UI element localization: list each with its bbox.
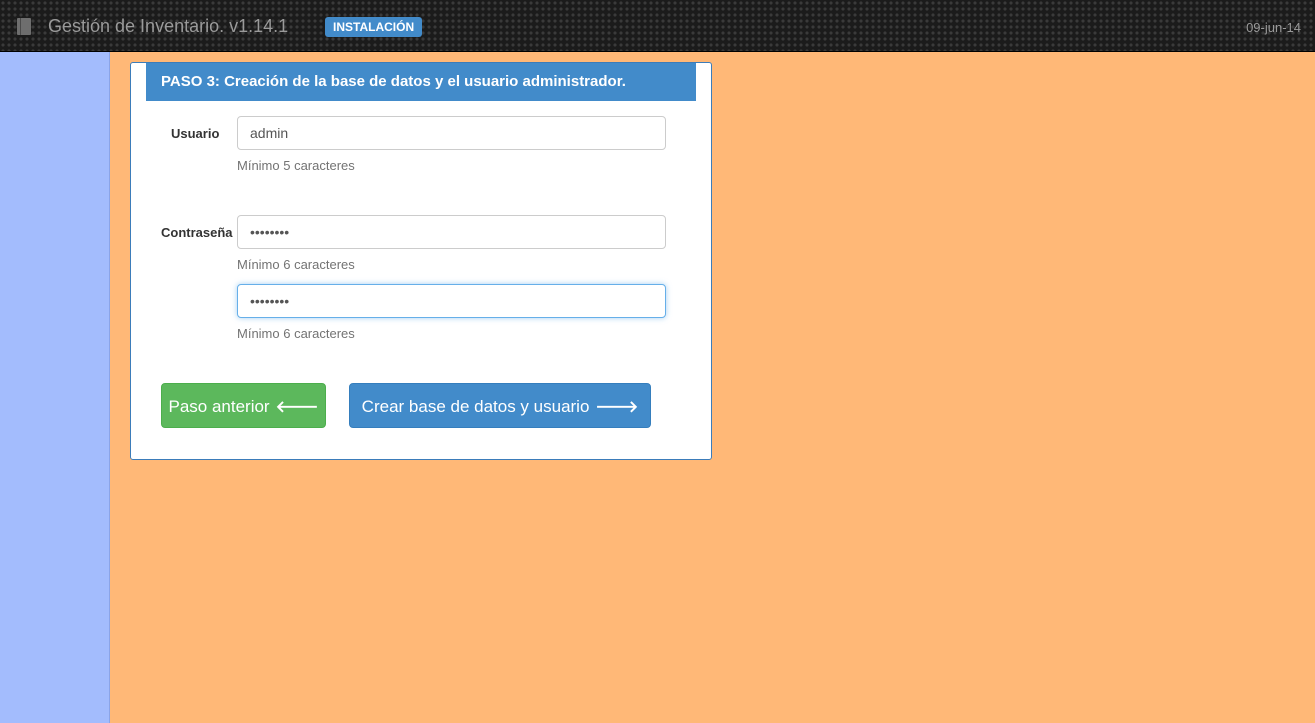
password-label: Contraseña [161,225,233,240]
usuario-help: Mínimo 5 caracteres [237,158,355,173]
book-icon [17,18,31,35]
previous-step-label: Paso anterior [168,397,270,416]
panel-heading: PASO 3: Creación de la base de datos y e… [146,63,696,101]
top-navbar: Gestión de Inventario. v1.14.1 INSTALACI… [0,0,1315,52]
password-confirm-help: Mínimo 6 caracteres [237,326,355,341]
create-database-button[interactable]: Crear base de datos y usuario 🡒 [349,383,651,428]
arrow-right-icon: 🡒 [595,397,639,416]
install-step-panel: PASO 3: Creación de la base de datos y e… [130,62,712,460]
create-database-label: Crear base de datos y usuario [361,397,590,416]
previous-step-button[interactable]: Paso anterior 🡐 [161,383,326,428]
password-input[interactable] [237,215,666,249]
usuario-label: Usuario [171,126,220,141]
password-confirm-input[interactable] [237,284,666,318]
password-help: Mínimo 6 caracteres [237,257,355,272]
app-title[interactable]: Gestión de Inventario. v1.14.1 [48,16,288,37]
arrow-left-icon: 🡐 [275,397,319,416]
current-date: 09-jun-14 [1246,20,1301,35]
installation-badge: INSTALACIÓN [325,17,423,37]
usuario-input[interactable] [237,116,666,150]
sidebar [0,52,110,723]
